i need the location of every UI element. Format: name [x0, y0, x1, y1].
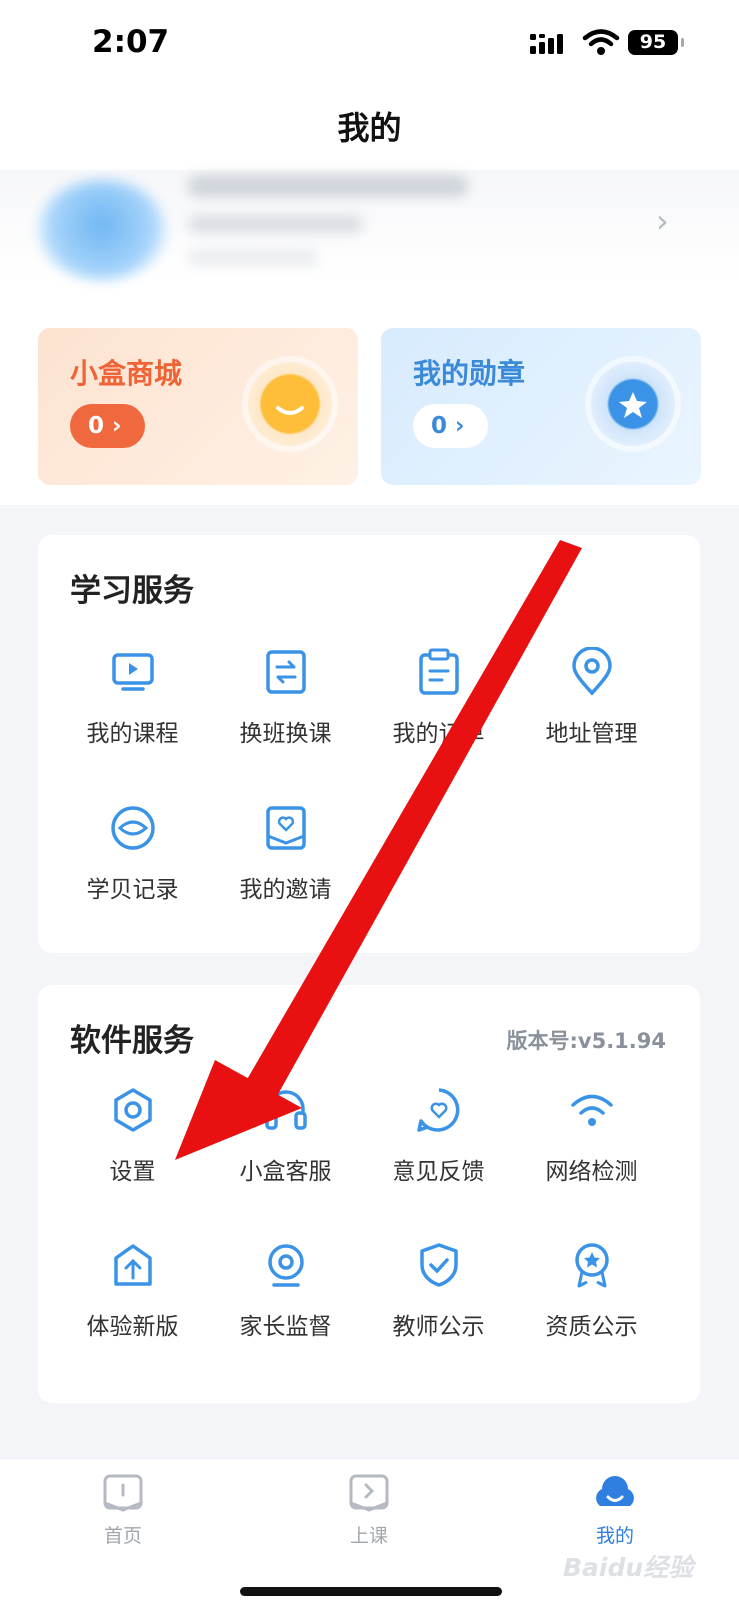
- medal-star-icon: [591, 362, 675, 446]
- medal-card[interactable]: 我的勋章 0 ›: [381, 328, 701, 485]
- teacher-info-button[interactable]: 教师公示: [361, 1240, 516, 1341]
- settings-icon: [113, 1088, 152, 1132]
- feedback-button[interactable]: 意见反馈: [361, 1085, 516, 1186]
- software-services-section: 软件服务 版本号:v5.1.94 设置 小盒客服 意见反馈 网络检测 体验新版 …: [38, 985, 700, 1403]
- wifi-status-icon: [582, 29, 620, 55]
- home-book-icon: [103, 1474, 143, 1512]
- headset-icon: [264, 1090, 307, 1130]
- switch-class-icon: [265, 650, 306, 694]
- chevron-right-icon: ›: [656, 202, 669, 240]
- tab-label: 上课: [349, 1525, 388, 1547]
- switch-class-button[interactable]: 换班换课: [208, 647, 363, 748]
- my-invite-button[interactable]: 我的邀请: [208, 803, 363, 904]
- watermark: Baidu经验: [563, 1553, 694, 1582]
- settings-button[interactable]: 设置: [55, 1085, 210, 1186]
- mall-title: 小盒商城: [70, 357, 183, 390]
- item-label: 家长监督: [239, 1314, 332, 1340]
- page-title: 我的: [337, 109, 402, 147]
- address-management-button[interactable]: 地址管理: [514, 647, 669, 748]
- item-label: 我的订单: [392, 721, 485, 747]
- item-label: 换班换课: [239, 721, 332, 747]
- tab-home[interactable]: 首页: [63, 1473, 183, 1548]
- network-test-button[interactable]: 网络检测: [514, 1085, 669, 1186]
- status-time: 2:07: [92, 24, 170, 60]
- item-label: 设置: [109, 1159, 156, 1185]
- mall-card[interactable]: 小盒商城 0 ›: [38, 328, 358, 485]
- software-services-title: 软件服务: [70, 1023, 194, 1059]
- try-new-version-button[interactable]: 体验新版: [55, 1240, 210, 1341]
- camera-icon: [267, 1244, 304, 1287]
- tab-class[interactable]: 上课: [309, 1473, 429, 1548]
- course-icon: [111, 653, 154, 691]
- item-label: 学贝记录: [86, 877, 179, 903]
- tab-mine[interactable]: 我的: [555, 1473, 675, 1548]
- user-info-blurred: [188, 215, 363, 233]
- tab-label: 我的: [595, 1525, 634, 1547]
- medal-count-pill[interactable]: 0 ›: [413, 404, 488, 448]
- version-number: 版本号:v5.1.94: [506, 1029, 667, 1053]
- item-label: 意见反馈: [392, 1159, 485, 1185]
- mall-mascot-icon: [248, 362, 332, 446]
- mall-count-pill[interactable]: 0 ›: [70, 404, 145, 448]
- profile-row[interactable]: ›: [0, 170, 739, 280]
- item-label: 资质公示: [545, 1314, 638, 1340]
- my-orders-button[interactable]: 我的订单: [361, 647, 516, 748]
- feedback-icon: [416, 1088, 459, 1132]
- coin-record-button[interactable]: 学贝记录: [55, 803, 210, 904]
- wifi-icon: [570, 1094, 613, 1126]
- username-blurred: [188, 175, 468, 197]
- tab-label: 首页: [103, 1525, 142, 1547]
- medal-count: 0: [431, 413, 448, 439]
- upgrade-icon: [113, 1244, 152, 1286]
- study-services-section: 学习服务 我的课程 换班换课 我的订单 地址管理 学贝记录 我的邀请: [38, 535, 700, 953]
- order-icon: [418, 648, 459, 695]
- invite-icon: [265, 806, 306, 850]
- parent-supervision-button[interactable]: 家长监督: [208, 1240, 363, 1341]
- location-icon: [571, 647, 612, 696]
- study-services-title: 学习服务: [70, 573, 194, 609]
- item-label: 地址管理: [545, 721, 638, 747]
- header-area: 2:07 95 我的 › 小盒商城 0 › 我的勋章 0 ›: [0, 0, 739, 505]
- user-detail-blurred: [188, 250, 318, 265]
- item-label: 我的课程: [86, 721, 179, 747]
- home-indicator: [240, 1587, 502, 1596]
- battery-indicator: 95: [628, 30, 684, 55]
- customer-service-button[interactable]: 小盒客服: [208, 1085, 363, 1186]
- qualification-info-button[interactable]: 资质公示: [514, 1240, 669, 1341]
- play-class-icon: [349, 1474, 389, 1512]
- award-icon: [574, 1243, 609, 1288]
- item-label: 教师公示: [392, 1314, 485, 1340]
- profile-cloud-icon: [596, 1476, 634, 1506]
- status-bar: 2:07 95: [0, 0, 739, 90]
- item-label: 网络检测: [545, 1159, 638, 1185]
- shield-icon: [419, 1243, 458, 1287]
- cellular-signal-icon: [530, 34, 563, 54]
- item-label: 小盒客服: [239, 1159, 332, 1185]
- my-courses-button[interactable]: 我的课程: [55, 647, 210, 748]
- medal-title: 我的勋章: [413, 357, 526, 390]
- item-label: 我的邀请: [239, 877, 332, 903]
- item-label: 体验新版: [86, 1314, 179, 1340]
- coin-record-icon: [110, 806, 155, 850]
- mall-count: 0: [88, 413, 105, 439]
- avatar[interactable]: [38, 180, 166, 280]
